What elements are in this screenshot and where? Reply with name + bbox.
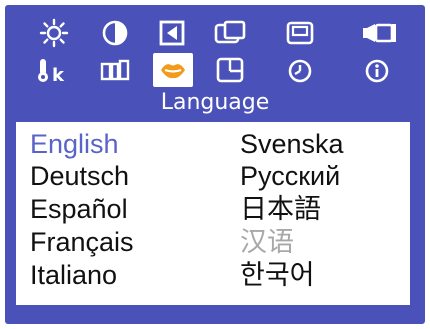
information-icon[interactable]: [357, 53, 397, 87]
language-option-korean[interactable]: 한국어: [240, 260, 315, 290]
language-option-japanese[interactable]: 日本語: [240, 194, 321, 224]
brightness-icon[interactable]: [34, 16, 74, 50]
color-temperature-icon[interactable]: k: [34, 53, 74, 87]
language-option-russian[interactable]: Русский: [240, 161, 340, 191]
geometry-icon[interactable]: [95, 53, 135, 87]
language-option-espanol[interactable]: Español: [30, 194, 128, 224]
language-option-deutsch[interactable]: Deutsch: [30, 161, 129, 191]
clock-icon[interactable]: [280, 53, 320, 87]
language-option-francais[interactable]: Français: [30, 227, 134, 257]
contrast-icon[interactable]: [95, 16, 135, 50]
size-icon[interactable]: [210, 16, 250, 50]
osd-menu: k Language English Deutsch Español Franç…: [5, 5, 425, 324]
language-list: English Deutsch Español Français Italian…: [16, 122, 410, 305]
osd-position-icon[interactable]: [280, 16, 320, 50]
section-title: Language: [160, 90, 270, 115]
language-option-chinese: 汉语: [240, 227, 294, 257]
position-icon[interactable]: [152, 16, 192, 50]
zoom-icon[interactable]: [210, 53, 250, 87]
language-option-svenska[interactable]: Svenska: [240, 129, 344, 159]
recall-icon[interactable]: [359, 16, 399, 50]
language-option-italiano[interactable]: Italiano: [30, 260, 117, 290]
language-icon[interactable]: [153, 53, 193, 87]
svg-text:k: k: [52, 65, 65, 85]
language-option-english[interactable]: English: [30, 129, 119, 159]
